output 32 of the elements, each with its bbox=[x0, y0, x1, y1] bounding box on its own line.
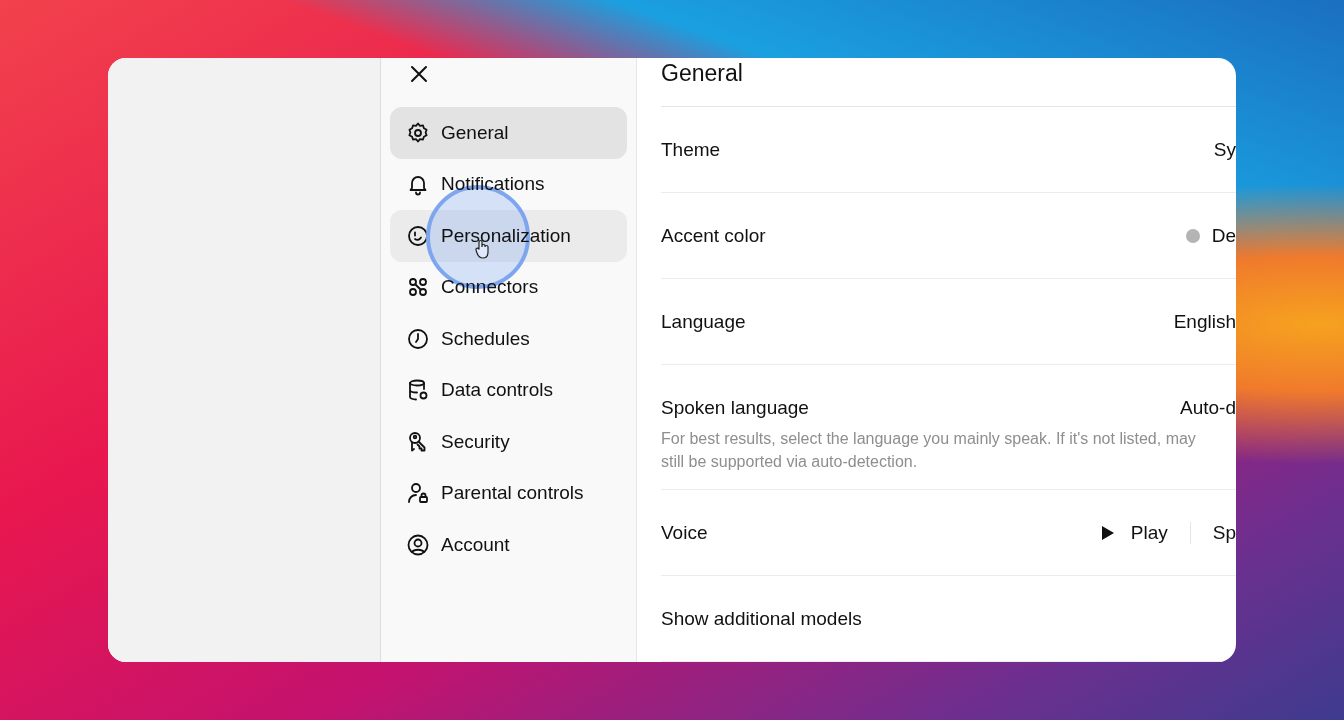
smiley-icon bbox=[406, 223, 430, 248]
play-icon bbox=[1100, 524, 1115, 541]
setting-label: Spoken language bbox=[661, 396, 809, 419]
sidebar-item[interactable]: Data controls bbox=[390, 364, 627, 416]
setting-label: Show additional models bbox=[661, 607, 862, 630]
sidebar-item[interactable]: General bbox=[390, 107, 627, 159]
database-gear-icon bbox=[406, 378, 430, 403]
page-heading: General bbox=[661, 58, 1236, 107]
setting-label: Theme bbox=[661, 138, 721, 161]
setting-value[interactable]: English bbox=[1173, 310, 1236, 333]
sidebar-item[interactable]: Parental controls bbox=[390, 467, 627, 519]
sidebar-item[interactable]: Connectors bbox=[390, 261, 627, 313]
sidebar-item[interactable]: Schedules bbox=[390, 313, 627, 365]
person-lock-icon bbox=[406, 481, 430, 506]
setting-label: Voice bbox=[661, 521, 708, 544]
setting-label: Language bbox=[661, 310, 746, 333]
setting-description: For best results, select the language you mainly speak. If it's not listed, may still be supported via auto-detection. bbox=[661, 429, 1197, 472]
clock-icon bbox=[406, 326, 430, 351]
setting-value[interactable]: Sy bbox=[1213, 138, 1236, 161]
color-dot-icon bbox=[1185, 228, 1200, 243]
setting-value[interactable]: De bbox=[1211, 224, 1236, 247]
setting-label: Accent color bbox=[661, 224, 766, 247]
sidebar-item[interactable]: Personalization bbox=[390, 210, 627, 262]
setting-value[interactable]: Auto-d bbox=[1180, 396, 1236, 419]
close-button[interactable] bbox=[410, 65, 428, 83]
sidebar-item[interactable]: Notifications bbox=[390, 158, 627, 210]
setting-value[interactable]: Sp bbox=[1212, 521, 1236, 544]
sidebar-item[interactable]: Account bbox=[390, 519, 627, 571]
sidebar-item[interactable]: Security bbox=[390, 416, 627, 468]
play-button[interactable]: Play bbox=[1100, 521, 1168, 544]
gear-icon bbox=[406, 120, 430, 145]
account-icon bbox=[406, 532, 430, 557]
